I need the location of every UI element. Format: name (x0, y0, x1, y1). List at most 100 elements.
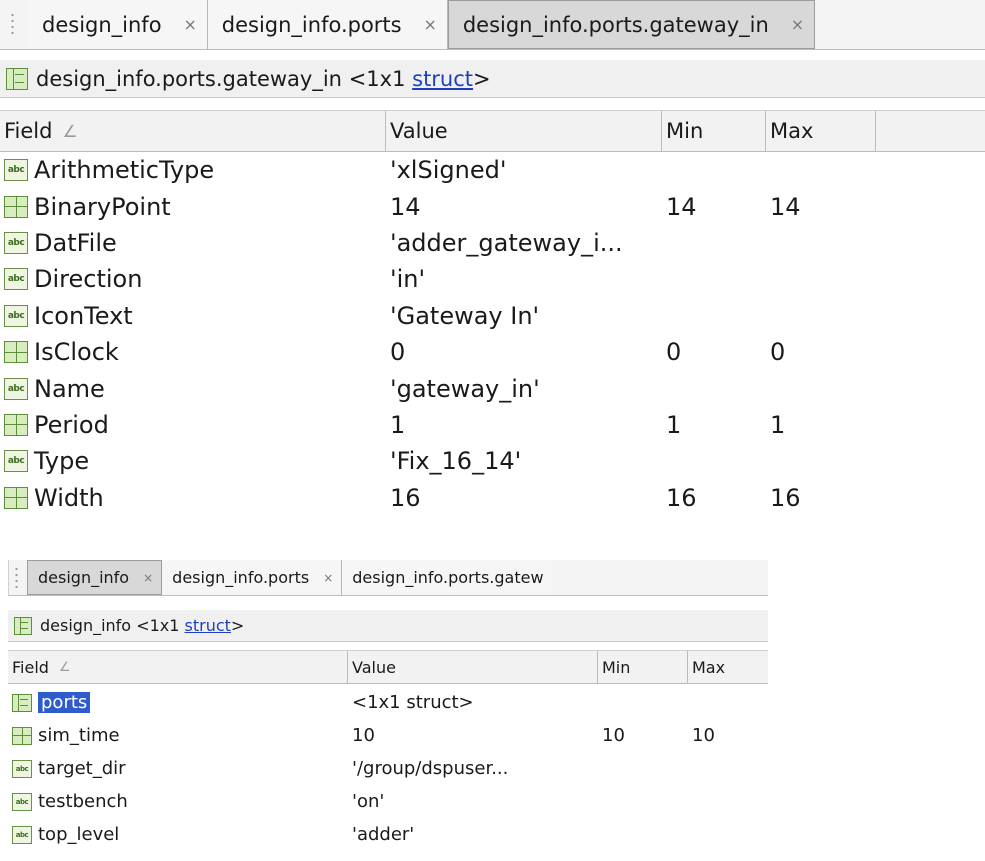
value-cell[interactable]: 'Gateway In' (386, 302, 662, 330)
field-cell[interactable]: abc Type (0, 447, 386, 475)
max-cell[interactable]: 14 (766, 193, 876, 221)
min-cell[interactable]: 16 (662, 484, 766, 512)
column-header-field[interactable]: Field ∠ (8, 651, 348, 683)
field-name: Type (34, 447, 90, 476)
value-cell[interactable]: 'on' (348, 791, 598, 812)
column-header-value[interactable]: Value (348, 651, 598, 683)
abc-icon: abc (4, 268, 28, 291)
column-label: Max (692, 657, 726, 677)
tab-close-icon[interactable]: × (323, 571, 333, 585)
value-cell[interactable]: 14 (386, 193, 662, 221)
struct-type-link[interactable]: struct (185, 616, 231, 635)
tab-close-icon[interactable]: × (143, 571, 153, 585)
table-row[interactable]: BinaryPoint 14 14 14 (0, 188, 876, 224)
field-cell[interactable]: BinaryPoint (0, 193, 386, 221)
sort-indicator-icon: ∠ (58, 659, 71, 675)
table-row[interactable]: abc Direction 'in' (0, 261, 876, 297)
min-cell[interactable]: 10 (598, 725, 688, 746)
field-cell[interactable]: abc ArithmeticType (0, 156, 386, 184)
value-cell[interactable]: 16 (386, 484, 662, 512)
table-row[interactable]: abc testbench 'on' (8, 785, 768, 818)
grid-icon (4, 486, 28, 509)
tab-close-icon[interactable]: × (424, 15, 437, 34)
min-cell[interactable]: 1 (662, 411, 766, 439)
tab-label: design_info.ports.gatew (352, 568, 544, 587)
tab-design-info-ports-gateway-in[interactable]: design_info.ports.gatew (342, 560, 552, 595)
field-name: testbench (38, 791, 128, 812)
field-name: ports (38, 692, 91, 713)
field-cell[interactable]: Period (0, 411, 386, 439)
tab-close-icon[interactable]: × (791, 15, 804, 34)
value-cell[interactable]: 1 (386, 411, 662, 439)
tab-design-info-ports[interactable]: design_info.ports × (162, 560, 343, 595)
tab-design-info-ports-gateway-in[interactable]: design_info.ports.gateway_in × (447, 0, 816, 49)
field-cell[interactable]: IsClock (0, 338, 386, 366)
value-cell[interactable]: 10 (348, 725, 598, 746)
field-cell[interactable]: abc testbench (8, 791, 348, 812)
table-header: Field ∠ Value Min Max (0, 110, 985, 152)
table-row[interactable]: IsClock 0 0 0 (0, 334, 876, 370)
document-tab-bar: design_info × design_info.ports × design… (8, 560, 768, 596)
variable-editor-panel-design-info: design_info × design_info.ports × design… (8, 560, 768, 861)
table-row[interactable]: Period 1 1 1 (0, 407, 876, 443)
tab-close-icon[interactable]: × (184, 15, 197, 34)
field-cell[interactable]: abc Direction (0, 265, 386, 293)
column-header-value[interactable]: Value (386, 111, 662, 151)
tab-bar-grip-handle[interactable] (9, 560, 27, 595)
field-cell[interactable]: abc target_dir (8, 758, 348, 779)
table-row[interactable]: abc DatFile 'adder_gateway_i... (0, 225, 876, 261)
abc-icon: abc (12, 825, 32, 844)
field-cell[interactable]: abc Name (0, 375, 386, 403)
field-cell[interactable]: sim_time (8, 725, 348, 746)
field-name: Period (34, 410, 109, 439)
document-tab-bar: design_info × design_info.ports × design… (0, 0, 985, 50)
table-row[interactable]: abc top_level 'adder' (8, 818, 768, 851)
max-cell[interactable]: 10 (688, 725, 768, 746)
tab-design-info[interactable]: design_info × (27, 560, 163, 595)
struct-type-link[interactable]: struct (412, 67, 473, 91)
tab-bar-grip-handle[interactable] (0, 0, 28, 49)
table-row[interactable]: abc Name 'gateway_in' (0, 370, 876, 406)
table-row[interactable]: abc Type 'Fix_16_14' (0, 443, 876, 479)
tab-design-info[interactable]: design_info × (28, 0, 208, 49)
column-header-max[interactable]: Max (688, 651, 768, 683)
value-cell[interactable]: 'xlSigned' (386, 156, 662, 184)
column-label: Min (666, 119, 704, 143)
tab-label: design_info.ports (221, 12, 402, 37)
struct-icon (6, 67, 28, 90)
column-header-min[interactable]: Min (662, 111, 766, 151)
field-cell[interactable]: abc DatFile (0, 229, 386, 257)
table-row[interactable]: abc IconText 'Gateway In' (0, 298, 876, 334)
value-cell[interactable]: 'adder' (348, 824, 598, 845)
field-cell[interactable]: abc top_level (8, 824, 348, 845)
value-cell[interactable]: <1x1 struct> (348, 692, 598, 713)
abc-icon: abc (4, 304, 28, 327)
tab-design-info-ports[interactable]: design_info.ports × (207, 0, 448, 49)
column-label: Max (770, 119, 814, 143)
value-cell[interactable]: 'Fix_16_14' (386, 447, 662, 475)
field-cell[interactable]: abc IconText (0, 302, 386, 330)
value-cell[interactable]: 'in' (386, 265, 662, 293)
min-cell[interactable]: 14 (662, 193, 766, 221)
abc-icon: abc (4, 450, 28, 473)
max-cell[interactable]: 0 (766, 338, 876, 366)
field-cell[interactable]: Width (0, 484, 386, 512)
variable-editor-panel-gateway-in: design_info × design_info.ports × design… (0, 0, 985, 530)
column-header-field[interactable]: Field ∠ (0, 111, 386, 151)
value-cell[interactable]: 'adder_gateway_i... (386, 229, 662, 257)
max-cell[interactable]: 1 (766, 411, 876, 439)
max-cell[interactable]: 16 (766, 484, 876, 512)
table-row[interactable]: ports <1x1 struct> (8, 686, 768, 719)
column-header-max[interactable]: Max (766, 111, 876, 151)
table-row[interactable]: abc ArithmeticType 'xlSigned' (0, 152, 876, 188)
value-cell[interactable]: 0 (386, 338, 662, 366)
table-row[interactable]: sim_time 10 10 10 (8, 719, 768, 752)
min-cell[interactable]: 0 (662, 338, 766, 366)
abc-icon: abc (12, 792, 32, 811)
value-cell[interactable]: '/group/dspuser... (348, 758, 598, 779)
table-row[interactable]: abc target_dir '/group/dspuser... (8, 752, 768, 785)
value-cell[interactable]: 'gateway_in' (386, 375, 662, 403)
table-row[interactable]: Width 16 16 16 (0, 480, 876, 516)
field-cell[interactable]: ports (8, 692, 348, 713)
column-header-min[interactable]: Min (598, 651, 688, 683)
